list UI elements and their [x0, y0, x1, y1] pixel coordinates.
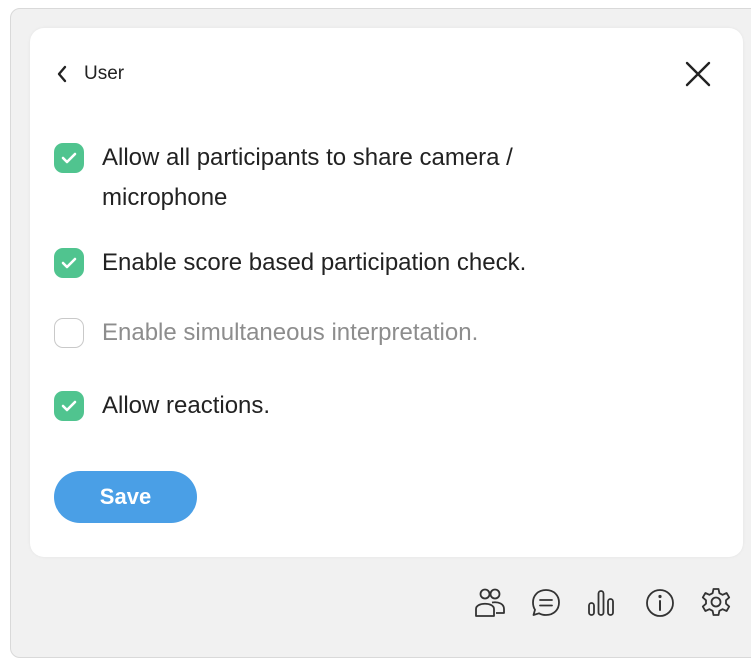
checkmark-icon — [61, 400, 77, 412]
user-settings-card: User Allow all participants to share cam… — [30, 28, 743, 557]
checkbox-checked[interactable] — [54, 248, 84, 278]
option-allow-reactions[interactable]: Allow reactions. — [54, 386, 622, 426]
checkmark-icon — [61, 152, 77, 164]
close-button[interactable] — [682, 58, 714, 90]
chevron-left-icon — [57, 65, 67, 83]
option-share-camera-microphone[interactable]: Allow all participants to share camera /… — [54, 138, 622, 218]
option-label: Enable score based participation check. — [102, 249, 527, 276]
participants-icon — [475, 588, 505, 617]
checkmark-icon — [61, 257, 77, 269]
option-simultaneous-interpretation[interactable]: Enable simultaneous interpretation. — [54, 313, 622, 353]
info-button[interactable] — [642, 585, 678, 621]
option-label: Enable simultaneous interpretation. — [102, 319, 479, 346]
poll-button[interactable] — [583, 585, 619, 621]
back-button[interactable]: User — [56, 62, 124, 86]
settings-button[interactable] — [698, 585, 734, 621]
checkbox-checked[interactable] — [54, 143, 84, 173]
panel-title: User — [84, 63, 125, 84]
close-icon — [685, 61, 711, 87]
participants-button[interactable] — [472, 585, 508, 621]
info-icon — [646, 589, 674, 617]
poll-chart-icon — [588, 590, 614, 616]
settings-gear-icon — [701, 588, 731, 616]
option-label: Allow reactions. — [102, 392, 271, 419]
checkbox-unchecked[interactable] — [54, 318, 84, 348]
save-button[interactable]: Save — [54, 471, 197, 523]
chat-button[interactable] — [528, 585, 564, 621]
checkbox-checked[interactable] — [54, 391, 84, 421]
chat-icon — [532, 589, 560, 616]
option-score-participation-check[interactable]: Enable score based participation check. — [54, 243, 622, 283]
option-label: Allow all participants to share camera /… — [102, 144, 513, 211]
